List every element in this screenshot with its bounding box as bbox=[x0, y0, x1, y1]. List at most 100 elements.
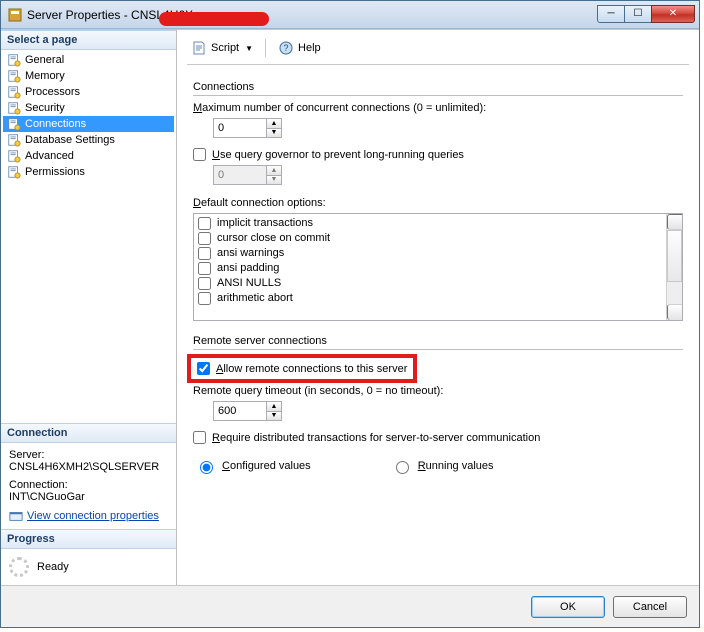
max-connections-field[interactable] bbox=[214, 119, 266, 137]
default-options-listbox[interactable]: implicit transactionscursor close on com… bbox=[193, 213, 683, 321]
connections-group-title: Connections bbox=[193, 81, 683, 96]
spin-down-button: ▼ bbox=[267, 176, 281, 185]
redaction-mark bbox=[159, 12, 269, 26]
connection-option[interactable]: ANSI NULLS bbox=[196, 276, 664, 291]
svg-text:?: ? bbox=[284, 43, 289, 53]
view-connection-properties-link[interactable]: View connection properties bbox=[27, 510, 159, 522]
sidebar-item-label: Advanced bbox=[25, 150, 74, 162]
connections-page: Connections Maximum number of concurrent… bbox=[187, 75, 689, 581]
scroll-thumb[interactable] bbox=[667, 230, 682, 282]
option-checkbox[interactable] bbox=[198, 292, 211, 305]
sidebar-item-label: Processors bbox=[25, 86, 80, 98]
sidebar-item-label: Memory bbox=[25, 70, 65, 82]
running-values-radio[interactable]: Running values bbox=[391, 458, 494, 474]
titlebar: Server Properties - CNSL4H6X ─ ☐ ✕ bbox=[1, 1, 699, 29]
spin-up-button[interactable]: ▲ bbox=[267, 119, 281, 129]
require-distributed-checkbox[interactable] bbox=[193, 431, 206, 444]
allow-remote-checkbox[interactable] bbox=[197, 362, 210, 375]
spin-down-button[interactable]: ▼ bbox=[267, 129, 281, 138]
script-icon bbox=[191, 40, 207, 56]
script-button[interactable]: Script ▼ bbox=[187, 38, 257, 58]
values-radio-group: Configured values Running values bbox=[193, 458, 683, 474]
connection-info: Server: CNSL4H6XMH2\SQLSERVER Connection… bbox=[1, 443, 176, 529]
ok-button[interactable]: OK bbox=[531, 596, 605, 618]
option-checkbox[interactable] bbox=[198, 217, 211, 230]
remote-timeout-field[interactable] bbox=[214, 402, 266, 420]
connection-header: Connection bbox=[1, 423, 176, 443]
spin-down-button[interactable]: ▼ bbox=[267, 412, 281, 421]
connection-option[interactable]: implicit transactions bbox=[196, 216, 664, 231]
app-icon bbox=[7, 7, 23, 23]
option-label: implicit transactions bbox=[217, 216, 313, 231]
sidebar-item-database-settings[interactable]: Database Settings bbox=[3, 132, 174, 148]
option-checkbox[interactable] bbox=[198, 247, 211, 260]
listbox-scrollbar[interactable]: ▲ ▼ bbox=[666, 214, 682, 320]
sidebar-item-general[interactable]: General bbox=[3, 52, 174, 68]
connection-label: Connection: bbox=[9, 479, 168, 491]
page-icon bbox=[7, 101, 21, 115]
toolbar-separator bbox=[265, 39, 266, 57]
select-page-header: Select a page bbox=[1, 30, 176, 50]
help-icon: ? bbox=[278, 40, 294, 56]
configured-values-radio[interactable]: Configured values bbox=[195, 458, 311, 474]
progress-spinner-icon bbox=[9, 557, 29, 577]
query-governor-input: ▲ ▼ bbox=[213, 165, 282, 185]
spin-up-button[interactable]: ▲ bbox=[267, 402, 281, 412]
page-list: General Memory Processors Security Connectio… bbox=[1, 50, 176, 182]
query-governor-checkbox[interactable] bbox=[193, 148, 206, 161]
sidebar-item-security[interactable]: Security bbox=[3, 100, 174, 116]
close-button[interactable]: ✕ bbox=[651, 5, 695, 23]
progress-header: Progress bbox=[1, 529, 176, 549]
chevron-down-icon: ▼ bbox=[245, 44, 253, 53]
max-connections-input[interactable]: ▲ ▼ bbox=[213, 118, 282, 138]
window-title: Server Properties - CNSL4H6X bbox=[27, 8, 598, 22]
sidebar-item-label: Connections bbox=[25, 118, 86, 130]
option-checkbox[interactable] bbox=[198, 277, 211, 290]
server-value: CNSL4H6XMH2\SQLSERVER bbox=[9, 461, 168, 473]
spin-up-button: ▲ bbox=[267, 166, 281, 176]
maximize-button[interactable]: ☐ bbox=[624, 5, 652, 23]
toolbar: Script ▼ ? Help bbox=[187, 36, 689, 65]
window-buttons: ─ ☐ ✕ bbox=[598, 5, 695, 25]
remote-timeout-input[interactable]: ▲ ▼ bbox=[213, 401, 282, 421]
page-icon bbox=[7, 165, 21, 179]
sidebar-item-memory[interactable]: Memory bbox=[3, 68, 174, 84]
remote-timeout-label: Remote query timeout (in seconds, 0 = no… bbox=[193, 385, 683, 397]
query-governor-label: Use query governor to prevent long-runni… bbox=[212, 149, 464, 161]
sidebar-item-label: Permissions bbox=[25, 166, 85, 178]
page-icon bbox=[7, 53, 21, 67]
connection-option[interactable]: ansi padding bbox=[196, 261, 664, 276]
max-connections-label: Maximum number of concurrent connections… bbox=[193, 102, 683, 114]
progress-box: Ready bbox=[1, 549, 176, 585]
connection-option[interactable]: arithmetic abort bbox=[196, 291, 664, 306]
option-checkbox[interactable] bbox=[198, 262, 211, 275]
option-label: cursor close on commit bbox=[217, 231, 330, 246]
help-button[interactable]: ? Help bbox=[274, 38, 325, 58]
query-governor-field bbox=[214, 166, 266, 184]
connection-value: INT\CNGuoGar bbox=[9, 491, 168, 503]
page-icon bbox=[7, 133, 21, 147]
cancel-button[interactable]: Cancel bbox=[613, 596, 687, 618]
sidebar-item-advanced[interactable]: Advanced bbox=[3, 148, 174, 164]
scroll-up-button[interactable]: ▲ bbox=[667, 214, 683, 230]
left-panel: Select a page General Memory Processors Sec… bbox=[1, 30, 177, 585]
sidebar-item-permissions[interactable]: Permissions bbox=[3, 164, 174, 180]
right-panel: Script ▼ ? Help Connections Maximum numb… bbox=[177, 30, 699, 585]
option-label: ansi padding bbox=[217, 261, 279, 276]
sidebar-item-connections[interactable]: Connections bbox=[3, 116, 174, 132]
minimize-button[interactable]: ─ bbox=[597, 5, 625, 23]
sidebar-item-label: Security bbox=[25, 102, 65, 114]
scroll-down-button[interactable]: ▼ bbox=[667, 304, 683, 320]
page-icon bbox=[7, 117, 21, 131]
connection-option[interactable]: ansi warnings bbox=[196, 246, 664, 261]
option-checkbox[interactable] bbox=[198, 232, 211, 245]
dialog-footer: OK Cancel bbox=[1, 585, 699, 627]
remote-connections-group-title: Remote server connections bbox=[193, 335, 683, 350]
option-label: arithmetic abort bbox=[217, 291, 293, 306]
server-label: Server: bbox=[9, 449, 168, 461]
connection-option[interactable]: cursor close on commit bbox=[196, 231, 664, 246]
progress-status: Ready bbox=[37, 561, 69, 573]
default-options-label: Default connection options: bbox=[193, 197, 683, 209]
page-icon bbox=[7, 69, 21, 83]
sidebar-item-processors[interactable]: Processors bbox=[3, 84, 174, 100]
